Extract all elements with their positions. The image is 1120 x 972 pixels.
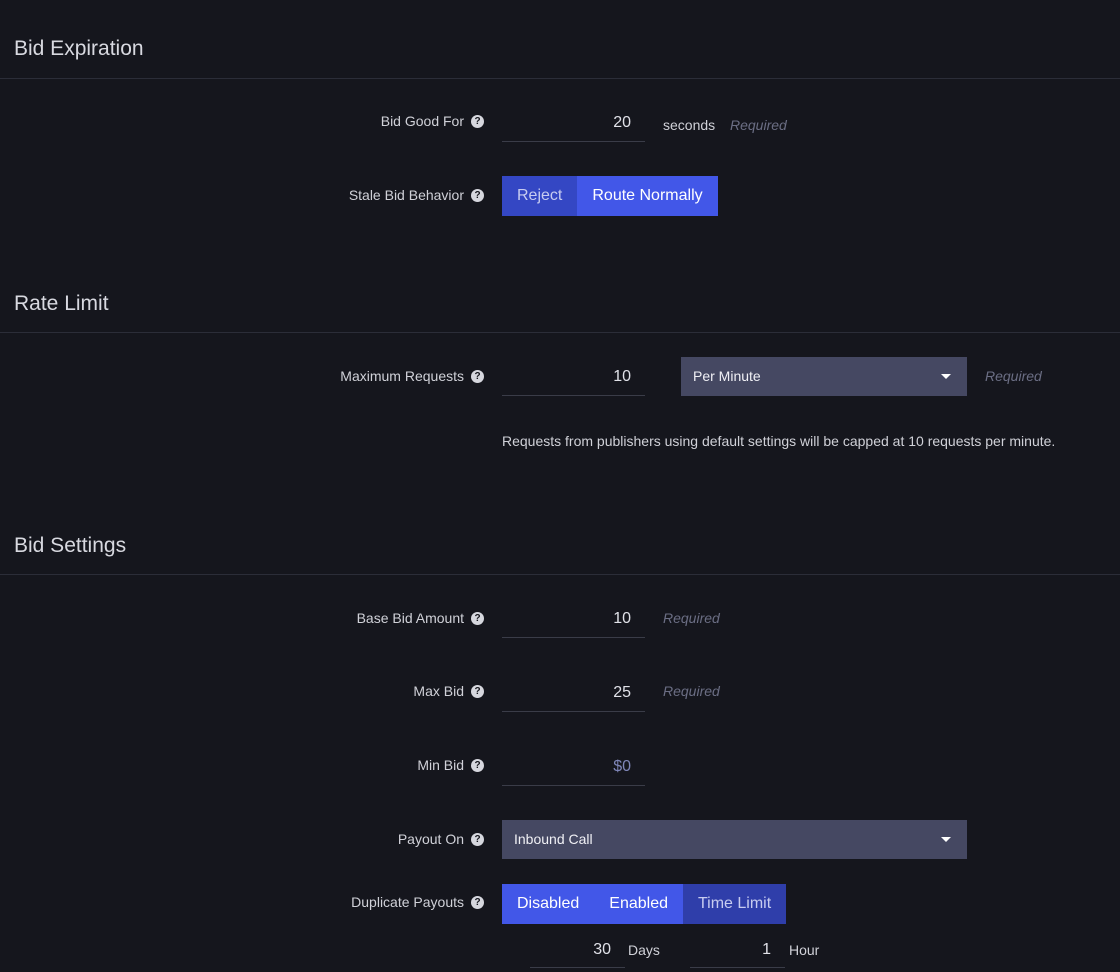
section-title-bid-expiration: Bid Expiration [14, 37, 144, 60]
question-circle-icon[interactable]: ? [471, 370, 484, 383]
question-circle-icon[interactable]: ? [471, 833, 484, 846]
caret-down-icon [941, 837, 951, 842]
caret-down-icon [941, 374, 951, 379]
route-normally-option-button[interactable]: Route Normally [577, 176, 718, 216]
max-bid-input[interactable]: 25 [502, 674, 645, 712]
days-unit: Days [628, 942, 660, 958]
question-circle-icon[interactable]: ? [471, 685, 484, 698]
bid-good-for-unit: seconds [663, 117, 716, 133]
settings-page: Bid Expiration Bid Good For ? 20 seconds… [0, 0, 1120, 972]
section-title-bid-settings: Bid Settings [14, 534, 127, 557]
base-bid-amount-input[interactable]: 10 [502, 600, 645, 638]
enabled-option-button[interactable]: Enabled [594, 884, 683, 924]
stale-bid-behavior-label: Stale Bid Behavior [348, 187, 464, 203]
required-hint: Required [730, 117, 787, 133]
maximum-requests-label: Maximum Requests [340, 368, 464, 384]
maximum-requests-input[interactable]: 10 [502, 358, 645, 396]
rate-period-select[interactable]: Per Minute [681, 357, 967, 396]
duplicate-payouts-toggle: Disabled Enabled Time Limit [502, 884, 787, 924]
payout-on-value: Inbound Call [514, 831, 593, 847]
time-limit-option-button[interactable]: Time Limit [682, 884, 787, 924]
payout-on-label: Payout On [397, 831, 464, 847]
required-hint: Required [663, 683, 720, 699]
days-input[interactable]: 30 [530, 932, 625, 968]
rate-limit-note: Requests from publishers using default s… [502, 433, 1056, 449]
min-bid-label: Min Bid [417, 757, 464, 773]
rate-period-value: Per Minute [693, 368, 761, 384]
reject-option-button[interactable]: Reject [502, 176, 578, 216]
hours-input[interactable]: 1 [690, 932, 785, 968]
section-divider [0, 332, 1120, 333]
disabled-option-button[interactable]: Disabled [502, 884, 595, 924]
section-divider [0, 574, 1120, 575]
bid-good-for-label: Bid Good For [380, 113, 464, 129]
required-hint: Required [663, 610, 720, 626]
question-circle-icon[interactable]: ? [471, 759, 484, 772]
question-circle-icon[interactable]: ? [471, 115, 484, 128]
stale-bid-behavior-toggle: Reject Route Normally [502, 176, 718, 216]
duplicate-payouts-label: Duplicate Payouts [351, 894, 464, 910]
section-divider [0, 78, 1120, 79]
section-title-rate-limit: Rate Limit [14, 292, 109, 315]
question-circle-icon[interactable]: ? [471, 189, 484, 202]
base-bid-amount-label: Base Bid Amount [356, 610, 464, 626]
question-circle-icon[interactable]: ? [471, 612, 484, 625]
question-circle-icon[interactable]: ? [471, 896, 484, 909]
payout-on-select[interactable]: Inbound Call [502, 820, 967, 859]
min-bid-input[interactable]: $0 [502, 748, 645, 786]
hours-unit: Hour [789, 942, 820, 958]
required-hint: Required [985, 368, 1042, 384]
max-bid-label: Max Bid [413, 683, 464, 699]
bid-good-for-input[interactable]: 20 [502, 104, 645, 142]
